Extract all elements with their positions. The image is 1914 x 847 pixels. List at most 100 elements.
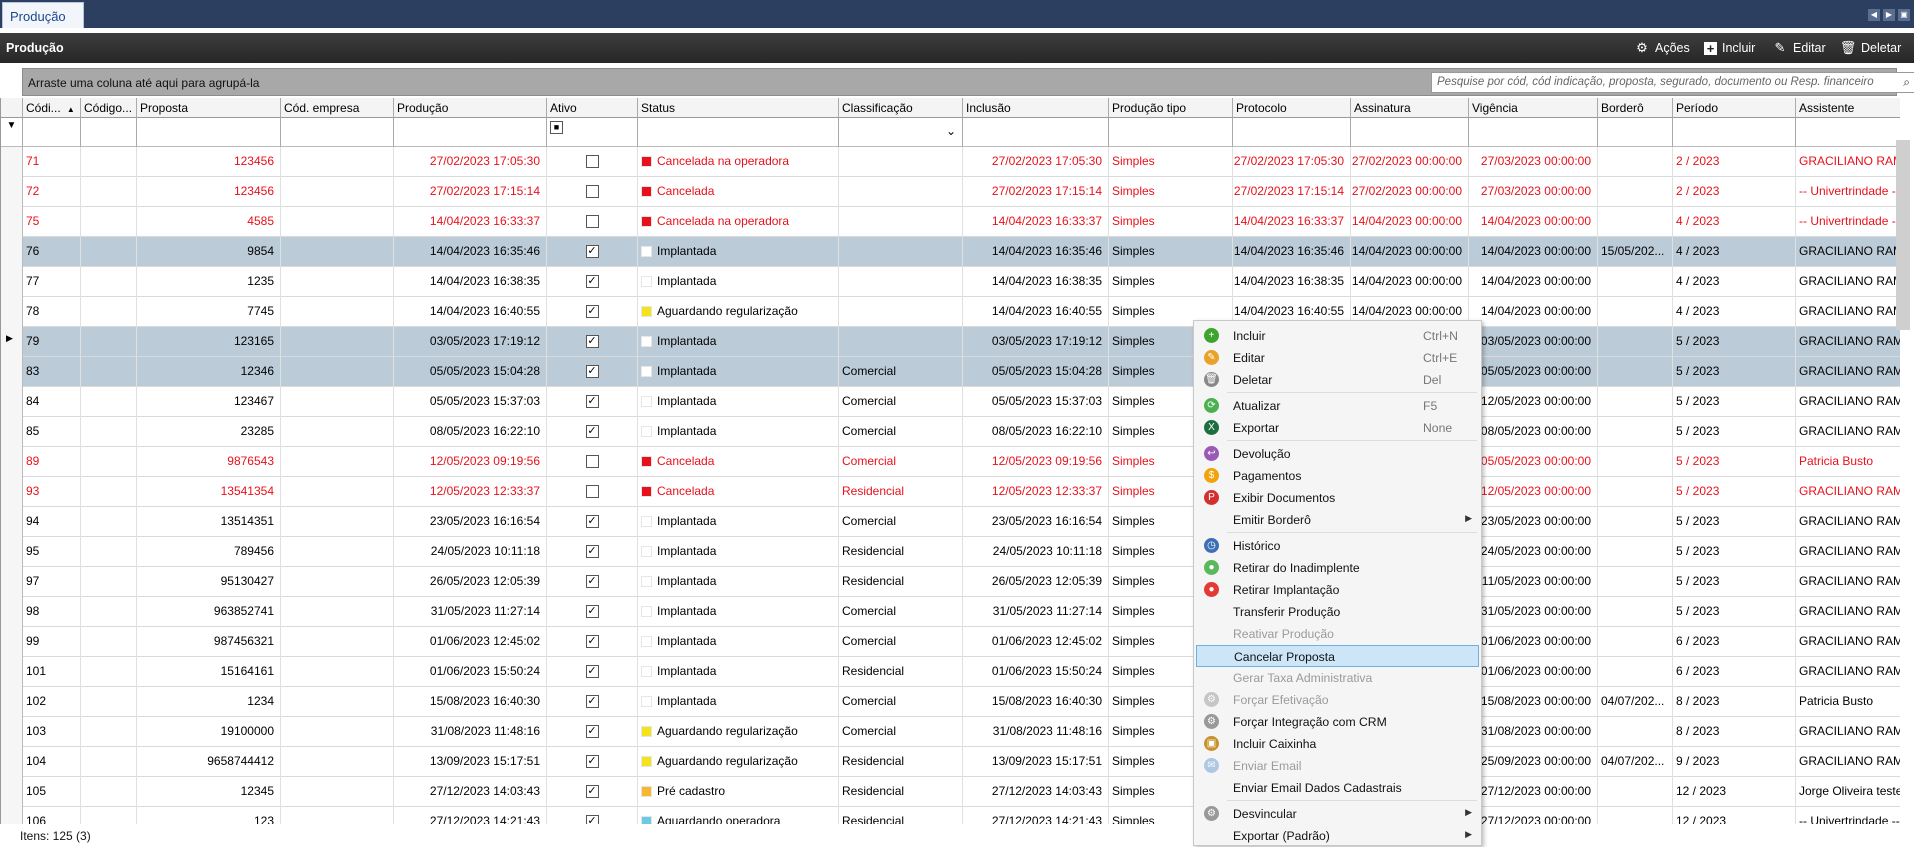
search-input[interactable]: Pesquise por cód, cód indicação, propost…	[1431, 72, 1914, 93]
row-indicator[interactable]	[1, 717, 23, 747]
table-row[interactable]: 85 23285 08/05/2023 16:22:10 ✓ Implantada Com…	[1, 417, 1900, 447]
row-indicator[interactable]	[1, 477, 23, 507]
ativo-checkbox[interactable]: ✓	[585, 395, 599, 409]
column-header[interactable]: Produção tipo	[1109, 98, 1233, 118]
menu-item-retirar-implanta-o[interactable]: ● Retirar Implantação	[1196, 579, 1479, 601]
table-row[interactable]: 84 123467 05/05/2023 15:37:03 ✓ Implantada Co…	[1, 387, 1900, 417]
ativo-checkbox[interactable]: ✓	[585, 335, 599, 349]
deletar-button[interactable]: 🗑 Deletar	[1840, 39, 1902, 57]
table-row[interactable]: 97 95130427 26/05/2023 12:05:39 ✓ Implantada…	[1, 567, 1900, 597]
table-row[interactable]: 93 13541354 12/05/2023 12:33:37 Cancelada Re…	[1, 477, 1900, 507]
table-row[interactable]: 95 789456 24/05/2023 10:11:18 ✓ Implantada Re…	[1, 537, 1900, 567]
filter-cell[interactable]	[1469, 118, 1598, 147]
table-row[interactable]: 106 123 27/12/2023 14:21:43 ✓ Aguardando ope…	[1, 807, 1900, 824]
table-row[interactable]: 77 1235 14/04/2023 16:38:35 ✓ Implantada 14/0…	[1, 267, 1900, 297]
tab-producao[interactable]: Produção	[2, 2, 84, 28]
ativo-checkbox[interactable]: ✓	[585, 605, 599, 619]
table-row[interactable]: 104 9658744412 13/09/2023 15:17:51 ✓ Aguarda…	[1, 747, 1900, 777]
table-row[interactable]: ▶ 79 123165 03/05/2023 17:19:12 ✓ Implantada 0…	[1, 327, 1900, 357]
menu-item-exportar-padr-o-[interactable]: Exportar (Padrão) ▶	[1196, 825, 1479, 847]
ativo-checkbox[interactable]: ✓	[585, 275, 599, 289]
ativo-checkbox[interactable]: ✓	[585, 695, 599, 709]
table-row[interactable]: 105 12345 27/12/2023 14:03:43 ✓ Pré cadastro…	[1, 777, 1900, 807]
filter-cell[interactable]	[1233, 118, 1351, 147]
table-row[interactable]: 83 12346 05/05/2023 15:04:28 ✓ Implantada Com…	[1, 357, 1900, 387]
chevron-down-icon[interactable]: ⌄	[946, 124, 956, 138]
row-indicator[interactable]	[1, 297, 23, 327]
row-indicator[interactable]	[1, 567, 23, 597]
row-indicator[interactable]	[1, 267, 23, 297]
tab-menu-icon[interactable]: ▣	[1898, 9, 1910, 21]
filter-cell[interactable]	[281, 118, 394, 147]
ativo-checkbox[interactable]	[585, 485, 599, 499]
ativo-checkbox[interactable]: ✓	[585, 305, 599, 319]
ativo-checkbox[interactable]: ✓	[585, 575, 599, 589]
column-header[interactable]: Ativo	[547, 98, 638, 118]
table-row[interactable]: 101 15164161 01/06/2023 15:50:24 ✓ Implantad…	[1, 657, 1900, 687]
menu-item-emitir-border-[interactable]: Emitir Borderô ▶	[1196, 509, 1479, 531]
ativo-checkbox[interactable]: ✓	[585, 635, 599, 649]
filter-icon[interactable]: ▼	[1, 118, 23, 147]
row-indicator[interactable]	[1, 807, 23, 824]
table-row[interactable]: 78 7745 14/04/2023 16:40:55 ✓ Aguardando reg…	[1, 297, 1900, 327]
column-header[interactable]: Protocolo	[1233, 98, 1351, 118]
row-indicator[interactable]	[1, 777, 23, 807]
ativo-checkbox[interactable]: ✓	[585, 425, 599, 439]
menu-item-exportar[interactable]: X Exportar None	[1196, 417, 1479, 439]
filter-cell[interactable]	[1673, 118, 1796, 147]
vertical-scrollbar[interactable]	[1896, 140, 1910, 330]
row-indicator[interactable]	[1, 177, 23, 207]
menu-item-incluir[interactable]: + Incluir Ctrl+N	[1196, 325, 1479, 347]
menu-item-exibir-documentos[interactable]: P Exibir Documentos	[1196, 487, 1479, 509]
filter-cell[interactable]	[1796, 118, 1900, 147]
column-header[interactable]: Proposta	[137, 98, 281, 118]
ativo-checkbox[interactable]	[585, 185, 599, 199]
filter-cell[interactable]	[1109, 118, 1233, 147]
table-row[interactable]: 72 123456 27/02/2023 17:15:14 Cancelada 27/0…	[1, 177, 1900, 207]
acoes-button[interactable]: ⚙ Ações	[1634, 39, 1690, 57]
row-indicator[interactable]	[1, 657, 23, 687]
menu-item-transferir-produ-o[interactable]: Transferir Produção	[1196, 601, 1479, 623]
table-row[interactable]: 98 963852741 31/05/2023 11:27:14 ✓ Implantad…	[1, 597, 1900, 627]
table-row[interactable]: 71 123456 27/02/2023 17:05:30 Cancelada na …	[1, 147, 1900, 177]
column-header[interactable]: Inclusão	[963, 98, 1109, 118]
column-header[interactable]: Status	[638, 98, 839, 118]
filter-cell[interactable]	[137, 118, 281, 147]
row-indicator[interactable]	[1, 747, 23, 777]
row-indicator[interactable]	[1, 207, 23, 237]
table-row[interactable]: 102 1234 15/08/2023 16:40:30 ✓ Implantada Com…	[1, 687, 1900, 717]
ativo-checkbox[interactable]: ✓	[585, 665, 599, 679]
ativo-checkbox[interactable]	[585, 215, 599, 229]
ativo-checkbox[interactable]: ✓	[585, 515, 599, 529]
table-row[interactable]: 99 987456321 01/06/2023 12:45:02 ✓ Implantad…	[1, 627, 1900, 657]
row-indicator[interactable]	[1, 627, 23, 657]
tab-scroll-left-icon[interactable]: ◀	[1868, 9, 1880, 21]
row-indicator[interactable]	[1, 687, 23, 717]
ativo-checkbox[interactable]: ✓	[585, 785, 599, 799]
menu-item-editar[interactable]: ✎ Editar Ctrl+E	[1196, 347, 1479, 369]
filter-cell[interactable]: ■	[547, 118, 638, 147]
row-indicator[interactable]	[1, 387, 23, 417]
column-header[interactable]: Cód. empresa	[281, 98, 394, 118]
row-indicator[interactable]	[1, 417, 23, 447]
ativo-checkbox[interactable]: ✓	[585, 365, 599, 379]
menu-item-enviar-email-dados-cadastrais[interactable]: Enviar Email Dados Cadastrais	[1196, 777, 1479, 799]
ativo-checkbox[interactable]: ✓	[585, 725, 599, 739]
menu-item-deletar[interactable]: 🗑 Deletar Del	[1196, 369, 1479, 391]
table-row[interactable]: 76 9854 14/04/2023 16:35:46 ✓ Implantada 14/0…	[1, 237, 1900, 267]
menu-item-desvincular[interactable]: ⚙ Desvincular ▶	[1196, 803, 1479, 825]
column-header[interactable]: Vigência	[1469, 98, 1598, 118]
column-header[interactable]: Assinatura	[1351, 98, 1469, 118]
row-indicator[interactable]	[1, 357, 23, 387]
tab-scroll-right-icon[interactable]: ▶	[1883, 9, 1895, 21]
menu-item-cancelar-proposta[interactable]: Cancelar Proposta	[1196, 645, 1479, 667]
row-indicator[interactable]	[1, 447, 23, 477]
row-indicator[interactable]: ▶	[1, 327, 23, 357]
filter-cell[interactable]: ⌄	[839, 118, 963, 147]
group-by-area[interactable]: Arraste uma coluna até aqui para agrupá-…	[22, 68, 1914, 96]
column-header[interactable]: Período	[1673, 98, 1796, 118]
filter-cell[interactable]	[638, 118, 839, 147]
search-icon[interactable]: ⌕	[1903, 75, 1910, 90]
ativo-checkbox[interactable]: ✓	[585, 245, 599, 259]
editar-button[interactable]: ✎ Editar	[1772, 39, 1826, 57]
